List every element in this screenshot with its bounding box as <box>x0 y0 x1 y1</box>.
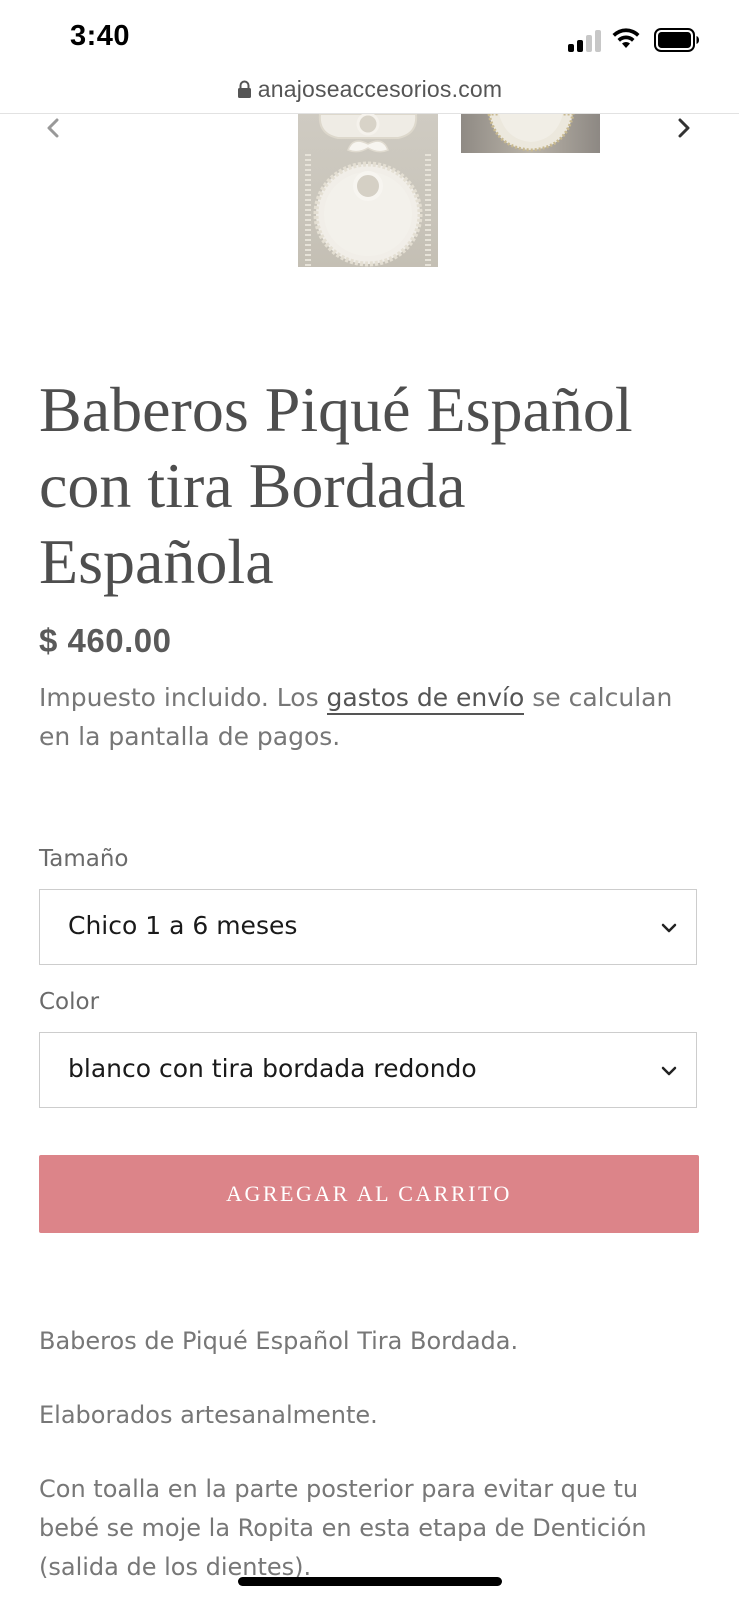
color-selected-value: blanco con tira bordada redondo <box>68 1054 477 1083</box>
description-paragraph: Baberos de Piqué Español Tira Bordada. <box>39 1327 519 1355</box>
size-label: Tamaño <box>39 846 129 872</box>
tax-note: Impuesto incluido. Los gastos de envío s… <box>39 678 699 756</box>
url-text: anajoseaccesorios.com <box>257 76 503 102</box>
product-title: Baberos Piqué Español con tira Bordada E… <box>39 374 633 597</box>
bib-image-icon <box>305 114 431 267</box>
product-thumbnail-1[interactable] <box>298 114 438 267</box>
chevron-right-icon[interactable] <box>670 116 698 144</box>
status-time: 3:40 <box>70 20 131 52</box>
lock-icon <box>237 80 251 98</box>
product-thumbnail-2[interactable] <box>461 114 600 153</box>
home-indicator[interactable] <box>238 1577 502 1586</box>
product-gallery <box>0 114 739 274</box>
product-price: $ 460.00 <box>39 622 172 659</box>
chevron-left-icon[interactable] <box>40 116 68 144</box>
description-paragraph: Elaborados artesanalmente. <box>39 1401 378 1429</box>
description-paragraph: Con toalla en la parte posterior para ev… <box>39 1475 647 1581</box>
size-select[interactable]: Chico 1 a 6 meses <box>39 889 697 965</box>
bib-image-icon <box>487 114 575 152</box>
size-selected-value: Chico 1 a 6 meses <box>68 911 298 940</box>
shipping-policy-link[interactable]: gastos de envío <box>326 683 525 715</box>
color-label: Color <box>39 989 100 1015</box>
address-bar[interactable]: anajoseaccesorios.com <box>0 72 739 114</box>
cellular-signal-icon <box>568 30 602 52</box>
battery-icon <box>654 28 699 52</box>
color-select[interactable]: blanco con tira bordada redondo <box>39 1032 697 1108</box>
status-bar: 3:40 <box>0 0 739 72</box>
chevron-down-icon <box>661 923 677 933</box>
chevron-down-icon <box>661 1066 677 1076</box>
tax-note-prefix: Impuesto incluido. Los <box>39 683 327 712</box>
add-to-cart-button[interactable]: AGREGAR AL CARRITO <box>39 1155 699 1233</box>
wifi-icon <box>612 28 640 48</box>
